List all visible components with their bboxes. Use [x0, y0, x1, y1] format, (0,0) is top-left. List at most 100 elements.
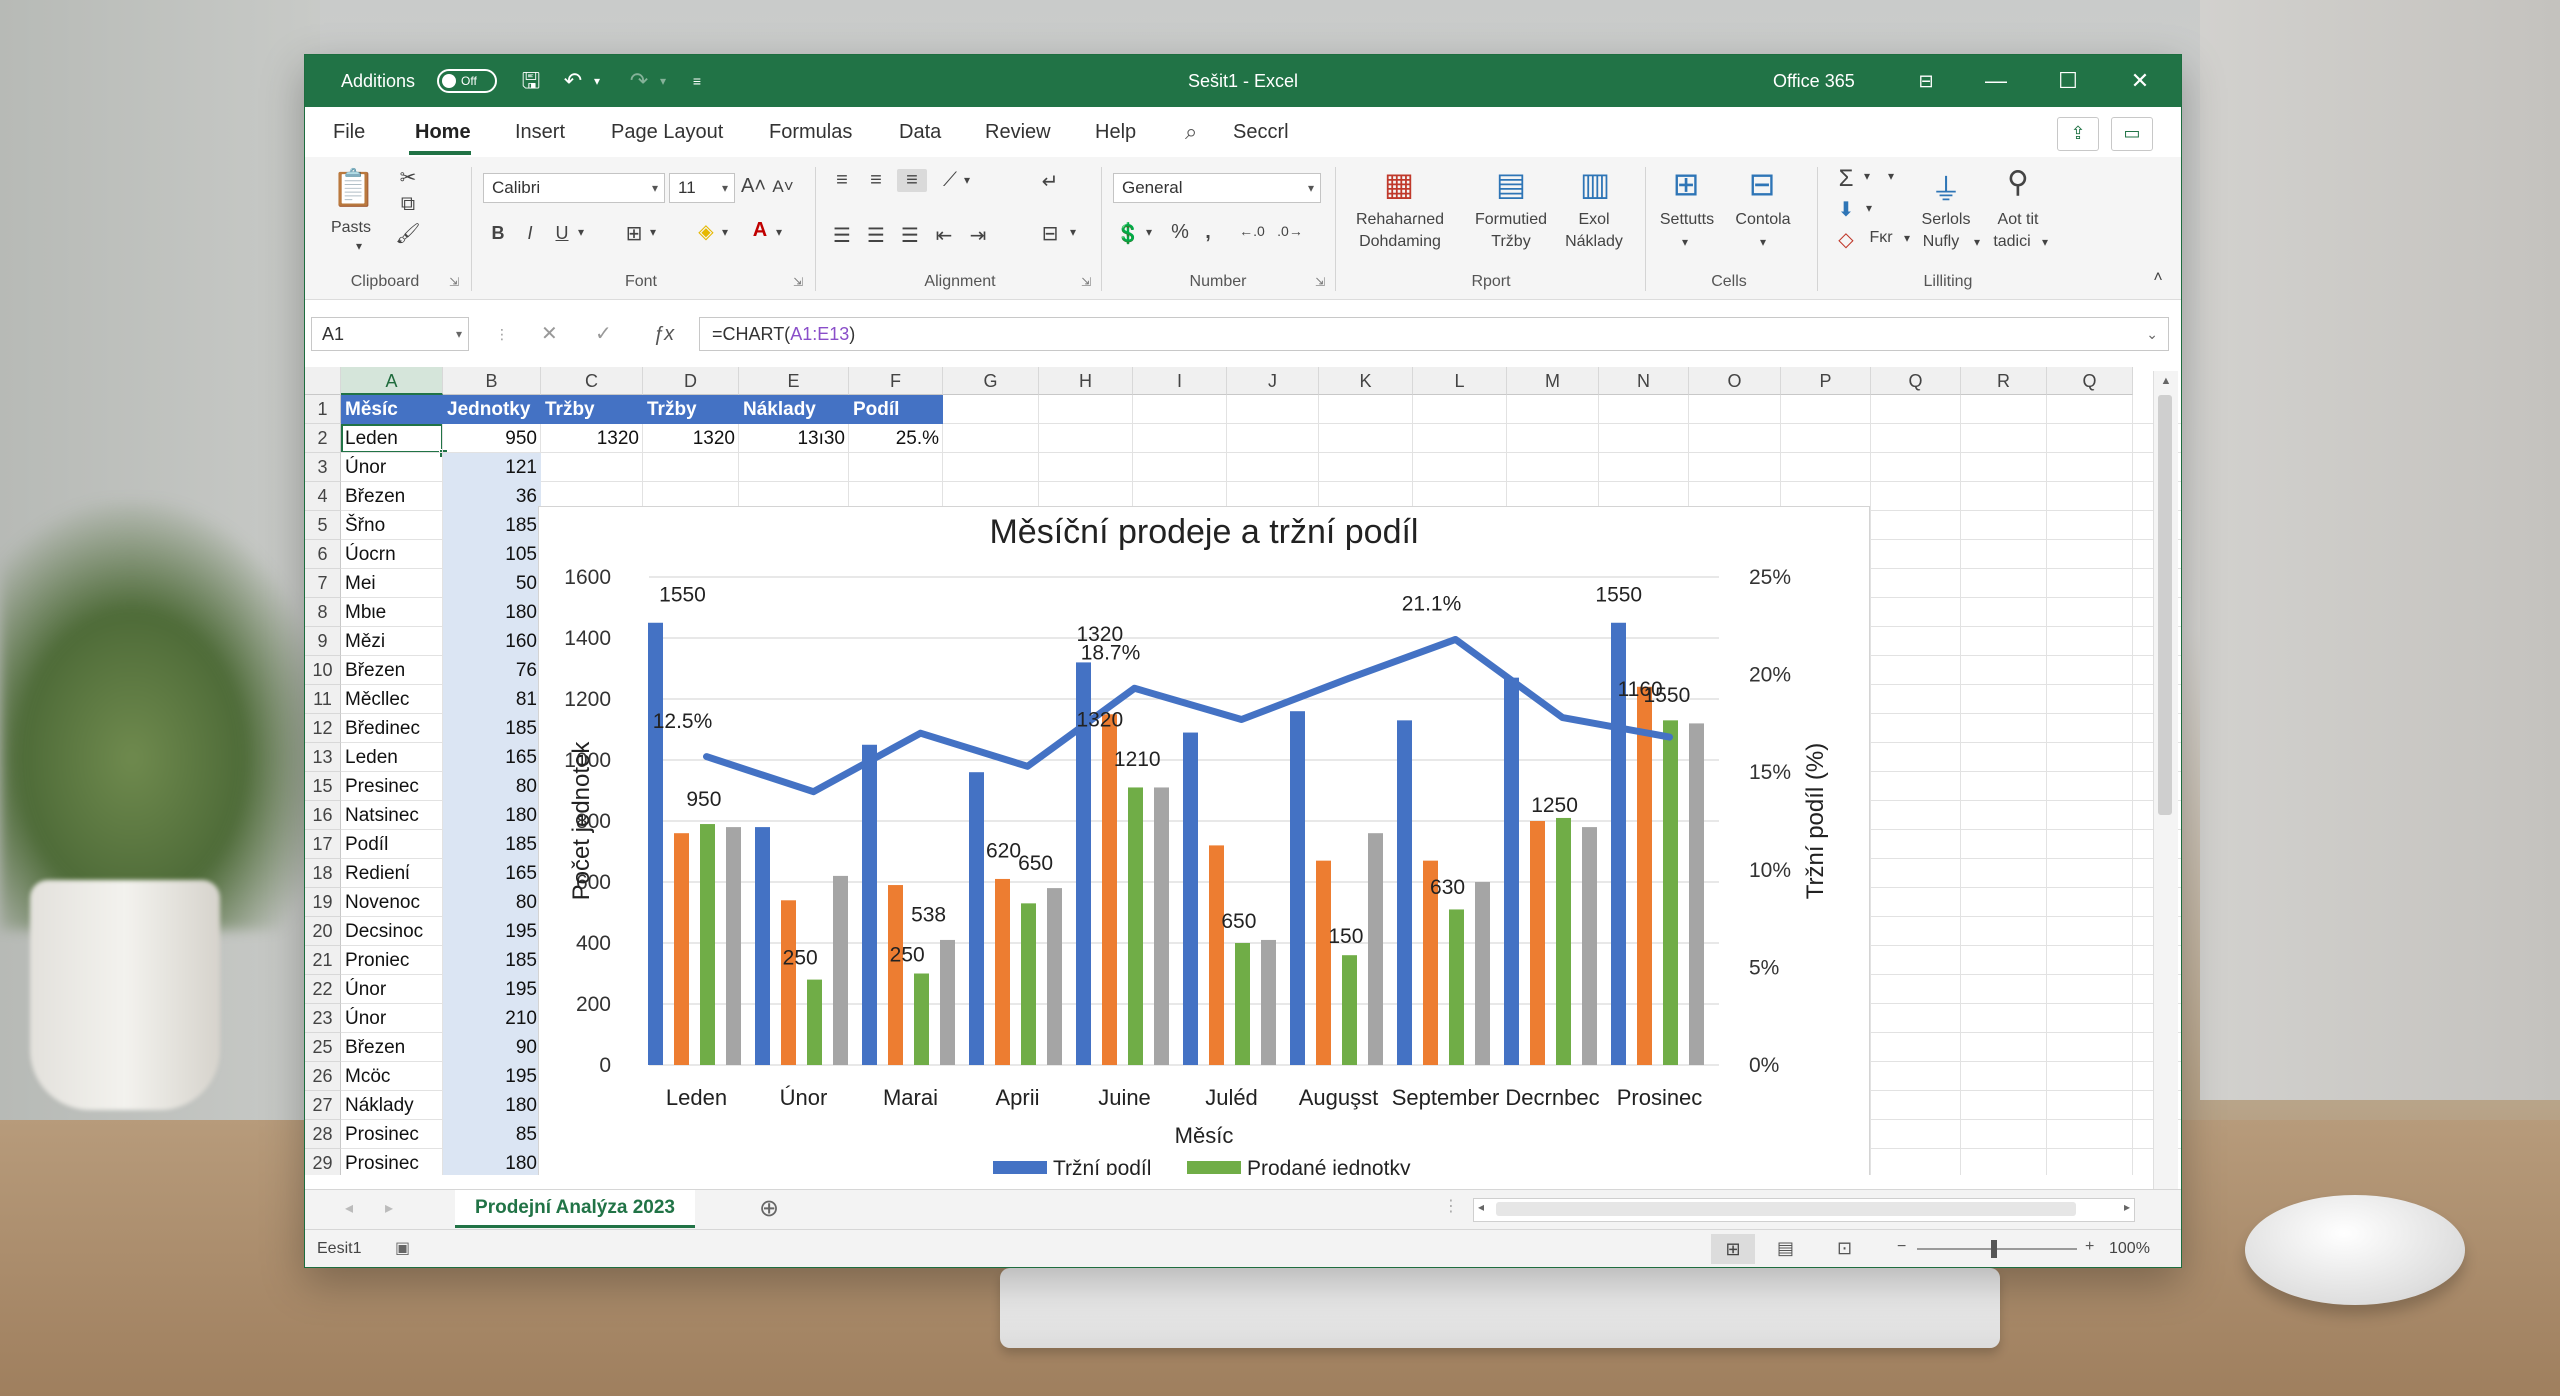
delete-cells-dropdown-icon[interactable]: ▾: [1755, 235, 1771, 249]
table-cell[interactable]: Mězi: [341, 627, 443, 656]
table-cell[interactable]: 180: [443, 1091, 541, 1120]
zoom-in-icon[interactable]: +: [2085, 1238, 2094, 1256]
scroll-up-icon[interactable]: ▲: [2154, 371, 2178, 391]
table-cell[interactable]: Mei: [341, 569, 443, 598]
row-header[interactable]: 21: [305, 946, 341, 975]
row-header[interactable]: 4: [305, 482, 341, 511]
column-header[interactable]: L: [1413, 367, 1507, 395]
table-cell[interactable]: Únor: [341, 975, 443, 1004]
table-cell[interactable]: Bředinec: [341, 714, 443, 743]
fill-icon[interactable]: ⬇: [1833, 197, 1859, 222]
decrease-font-size-icon[interactable]: A˅: [771, 177, 795, 197]
scroll-left-icon[interactable]: ◂: [1478, 1200, 1484, 1214]
decrease-decimal-icon[interactable]: .0→: [1275, 223, 1305, 239]
autosum-dropdown-icon[interactable]: ▾: [1859, 169, 1875, 183]
format-as-table-icon[interactable]: ▤: [1489, 165, 1533, 205]
zoom-slider-thumb[interactable]: [1991, 1240, 1997, 1258]
underline-icon[interactable]: U: [551, 223, 573, 244]
table-cell[interactable]: 1320: [643, 424, 739, 453]
table-cell[interactable]: 105: [443, 540, 541, 569]
accounting-format-icon[interactable]: 💲: [1115, 221, 1141, 246]
table-cell[interactable]: Podíl: [341, 830, 443, 859]
bold-icon[interactable]: B: [487, 223, 509, 244]
paste-icon[interactable]: 📋: [331, 167, 376, 211]
alignment-launcher-icon[interactable]: ⇲: [1081, 275, 1091, 289]
accounting-dropdown-icon[interactable]: ▾: [1141, 225, 1157, 239]
row-header[interactable]: 10: [305, 656, 341, 685]
share-icon[interactable]: ⇪: [2057, 117, 2099, 151]
underline-dropdown-icon[interactable]: ▾: [573, 225, 589, 239]
font-color-dropdown-icon[interactable]: ▾: [771, 225, 787, 239]
increase-indent-icon[interactable]: ⇥: [965, 223, 991, 248]
table-cell[interactable]: 160: [443, 627, 541, 656]
column-header[interactable]: I: [1133, 367, 1227, 395]
row-header[interactable]: 28: [305, 1120, 341, 1149]
zoom-level[interactable]: 100%: [2109, 1240, 2150, 1258]
table-cell[interactable]: 185: [443, 830, 541, 859]
autosum-icon[interactable]: Σ: [1833, 165, 1859, 193]
increase-font-size-icon[interactable]: A˄: [741, 175, 766, 198]
tab-page-layout[interactable]: Page Layout: [611, 107, 723, 157]
row-header[interactable]: 6: [305, 540, 341, 569]
collapse-ribbon-icon[interactable]: ˄: [2145, 269, 2171, 287]
header-cell[interactable]: Jednotky: [443, 395, 541, 424]
conditional-formatting-label-line2[interactable]: Dohdaming: [1345, 231, 1455, 253]
clear-label[interactable]: Fκr: [1861, 227, 1901, 249]
table-cell[interactable]: Březen: [341, 656, 443, 685]
borders-dropdown-icon[interactable]: ▾: [645, 225, 661, 239]
align-top-icon[interactable]: ≡: [829, 169, 855, 192]
column-header[interactable]: Q: [2047, 367, 2133, 395]
maximize-icon[interactable]: ☐: [2033, 55, 2103, 107]
cell-styles-label-line2[interactable]: Náklady: [1559, 231, 1629, 253]
table-cell[interactable]: 185: [443, 946, 541, 975]
select-all-corner[interactable]: [305, 367, 341, 395]
row-header[interactable]: 3: [305, 453, 341, 482]
paste-dropdown-icon[interactable]: ▾: [349, 239, 369, 253]
fill-dropdown-icon[interactable]: ▾: [1861, 201, 1877, 215]
find-select-icon[interactable]: ⚲: [1995, 165, 2041, 205]
delete-cells-icon[interactable]: ⊟: [1737, 165, 1787, 205]
table-cell[interactable]: 195: [443, 917, 541, 946]
table-cell[interactable]: 195: [443, 975, 541, 1004]
zoom-slider-track[interactable]: [1917, 1248, 2077, 1250]
table-cell[interactable]: 165: [443, 743, 541, 772]
table-cell[interactable]: Leden: [341, 424, 443, 453]
expand-formula-icon[interactable]: ⌄: [2146, 318, 2158, 350]
insert-cells-label[interactable]: Settutts: [1649, 209, 1725, 231]
page-layout-view-icon[interactable]: ▤: [1777, 1238, 1794, 1259]
ribbon-display-icon[interactable]: ⊟: [1891, 55, 1961, 107]
table-cell[interactable]: 180: [443, 598, 541, 627]
merge-dropdown-icon[interactable]: ▾: [1065, 225, 1081, 239]
column-header[interactable]: O: [1689, 367, 1781, 395]
page-break-view-icon[interactable]: ⊡: [1837, 1238, 1852, 1259]
table-cell[interactable]: Únor: [341, 1004, 443, 1033]
cut-icon[interactable]: ✂: [395, 165, 421, 190]
table-cell[interactable]: 180: [443, 801, 541, 830]
table-cell[interactable]: 180: [443, 1149, 541, 1175]
name-box[interactable]: A1 ▾: [311, 317, 469, 351]
add-sheet-icon[interactable]: ⊕: [759, 1194, 779, 1223]
table-cell[interactable]: 81: [443, 685, 541, 714]
table-cell[interactable]: Měcllec: [341, 685, 443, 714]
table-cell[interactable]: 80: [443, 888, 541, 917]
table-cell[interactable]: Náklady: [341, 1091, 443, 1120]
next-sheet-icon[interactable]: ▸: [385, 1198, 393, 1218]
insert-function-icon[interactable]: ƒx: [653, 317, 674, 351]
format-painter-icon[interactable]: 🖌: [395, 221, 421, 246]
cancel-icon[interactable]: ✕: [541, 317, 558, 351]
table-cell[interactable]: Úocrn: [341, 540, 443, 569]
row-header[interactable]: 25: [305, 1033, 341, 1062]
table-cell[interactable]: 36: [443, 482, 541, 511]
fill-color-icon[interactable]: ◈: [693, 219, 719, 244]
row-header[interactable]: 1: [305, 395, 341, 424]
row-header[interactable]: 2: [305, 424, 341, 453]
decrease-indent-icon[interactable]: ⇤: [931, 223, 957, 248]
comma-style-icon[interactable]: ,: [1197, 221, 1219, 244]
format-as-table-label-line2[interactable]: Tržby: [1461, 231, 1561, 253]
table-cell[interactable]: Natsinec: [341, 801, 443, 830]
number-format-combo[interactable]: General ▾: [1113, 173, 1321, 203]
merge-center-icon[interactable]: ⊟: [1035, 221, 1065, 246]
cell-styles-label-line1[interactable]: Exol: [1559, 209, 1629, 231]
table-cell[interactable]: Redienί: [341, 859, 443, 888]
tab-split-handle[interactable]: ⋮: [1443, 1196, 1459, 1216]
